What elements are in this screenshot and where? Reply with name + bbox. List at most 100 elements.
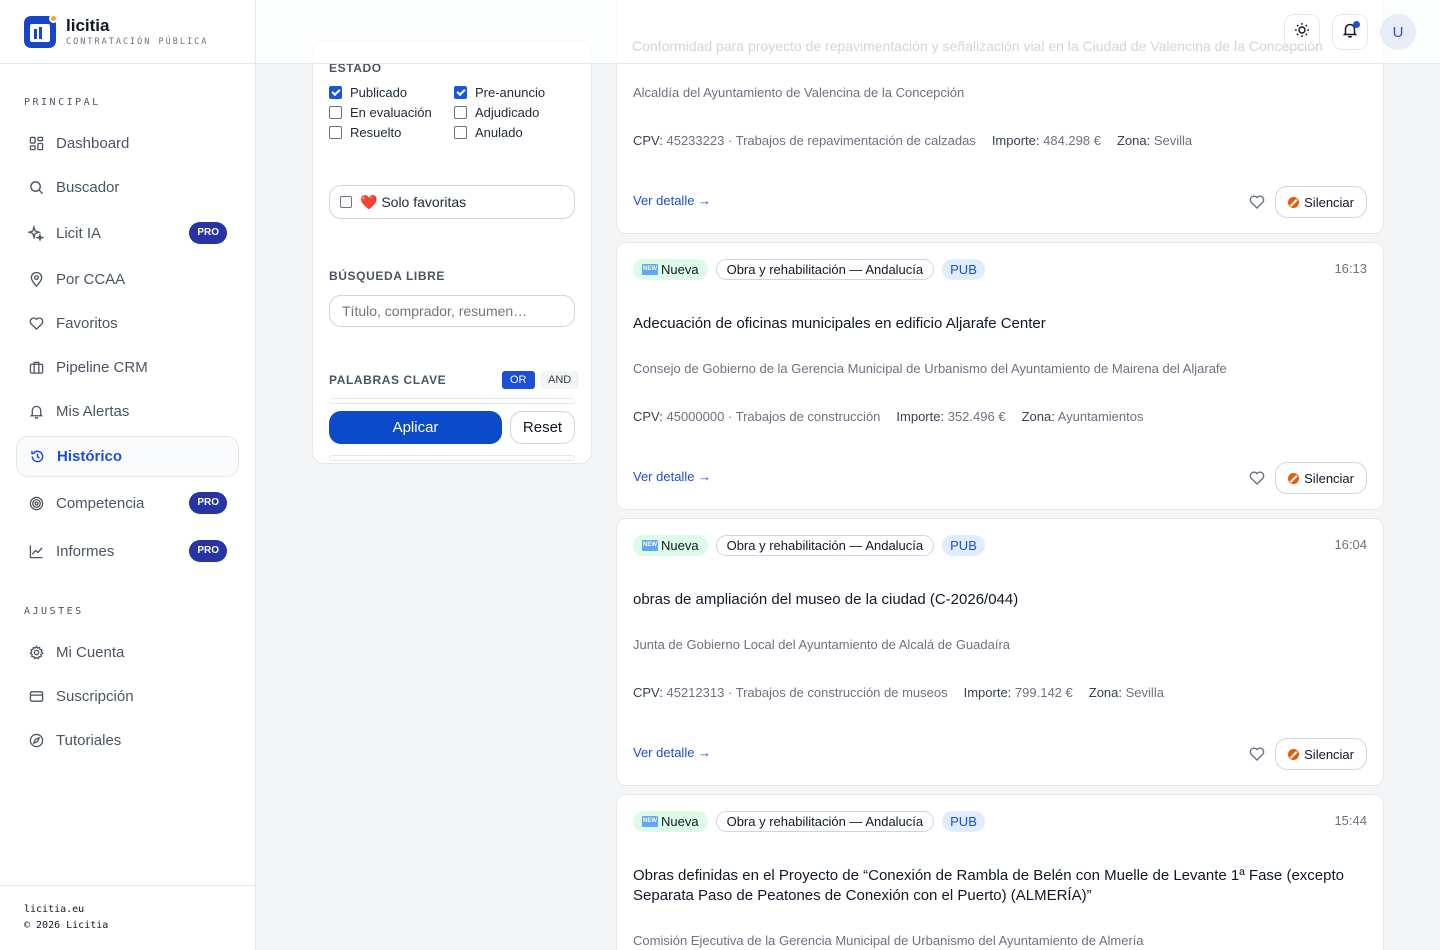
card-organization: Junta de Gobierno Local del Ayuntamiento… [633, 637, 1011, 652]
search-icon [28, 179, 44, 195]
sidebar-item-dashboard[interactable]: Dashboard [16, 123, 239, 163]
busqueda-libre-input[interactable] [329, 295, 575, 327]
apply-button[interactable]: Aplicar [329, 411, 502, 444]
footer-site: licitia.eu [24, 904, 85, 915]
sidebar-item-pipeline-crm[interactable]: Pipeline CRM [16, 347, 239, 387]
importe-field: Importe: 484.298 € [991, 133, 1101, 148]
silenciar-label: Silenciar [1304, 746, 1354, 762]
nav-section-ajustes: AJUSTES [24, 606, 84, 617]
bell-icon [28, 403, 44, 419]
sidebar-item-mis-alertas[interactable]: Mis Alertas [16, 391, 239, 431]
estado-resuelto-checkbox[interactable]: Resuelto [329, 125, 401, 140]
chart-icon [28, 543, 44, 559]
muted-bell-icon [1288, 196, 1300, 208]
pub-badge: PUB [942, 259, 985, 280]
card-organization: Comisión Ejecutiva de la Gerencia Munici… [633, 933, 1144, 948]
silenciar-label: Silenciar [1304, 470, 1354, 486]
sidebar-item-label: Informes [56, 542, 115, 560]
cpv-field: CPV: 45000000 · Trabajos de construcción [633, 409, 881, 424]
checkbox-label: Pre-anuncio [475, 85, 546, 100]
cpv-field: CPV: 45233223 · Trabajos de repavimentac… [633, 133, 976, 148]
solo-favoritas-toggle[interactable]: ❤️ Solo favoritas [329, 185, 575, 219]
mode-or-button[interactable]: OR [502, 371, 535, 389]
zona-field: Zona: Sevilla [1116, 133, 1193, 148]
card-title[interactable]: Adecuación de oficinas municipales en ed… [633, 314, 1353, 334]
favorite-heart-icon[interactable] [1249, 470, 1265, 486]
sidebar-item-label: Dashboard [56, 134, 130, 152]
checkbox-empty-icon [329, 126, 342, 139]
estado-anulado-checkbox[interactable]: Anulado [454, 125, 523, 140]
new-badge: NEW Nueva [633, 259, 708, 280]
keyword-input[interactable] [329, 398, 575, 404]
estado-adjudicado-checkbox[interactable]: Adjudicado [454, 105, 539, 120]
sidebar-item-buscador[interactable]: Buscador [16, 167, 239, 207]
silenciar-button[interactable]: Silenciar [1275, 738, 1367, 770]
top-bar: U [256, 0, 1440, 64]
sidebar-item-label: Pipeline CRM [56, 358, 148, 376]
category-badge: Obra y rehabilitación — Andalucía [715, 811, 935, 832]
card-meta: CPV: 45212313 · Trabajos de construcción… [633, 685, 1164, 700]
sidebar-item-suscripcion[interactable]: Suscripción [16, 676, 239, 716]
heart-icon [28, 315, 44, 331]
sidebar-item-por-ccaa[interactable]: Por CCAA [16, 259, 239, 299]
ver-detalle-link[interactable]: Ver detalle → [633, 193, 711, 208]
estado-en-evaluacion-checkbox[interactable]: En evaluación [329, 105, 432, 120]
mode-and-button[interactable]: AND [540, 371, 580, 389]
brand-name: licitia [66, 15, 110, 35]
result-card: NEW Nueva Obra y rehabilitación — Andaluc… [616, 794, 1384, 950]
sidebar-item-label: Mi Cuenta [56, 643, 125, 661]
filters-panel: ESTADO Publicado Pre-anuncio En evaluaci… [312, 40, 592, 464]
sidebar-item-competencia[interactable]: Competencia PRO [16, 483, 239, 523]
checkbox-empty-icon [329, 106, 342, 119]
sidebar-item-licit-ia[interactable]: Licit IA PRO [16, 213, 239, 253]
sidebar-item-informes[interactable]: Informes PRO [16, 531, 239, 571]
nav-section-principal: PRINCIPAL [24, 97, 101, 108]
new-badge: NEW Nueva [633, 535, 708, 556]
sidebar-item-historico[interactable]: Histórico [16, 436, 239, 477]
cpv-field: CPV: 45212313 · Trabajos de construcción… [633, 685, 948, 700]
result-card: NEW Nueva Obra y rehabilitación — Andaluc… [616, 518, 1384, 786]
user-avatar[interactable]: U [1380, 14, 1416, 50]
brand[interactable]: licitia CONTRATACIÓN PÚBLICA [0, 0, 255, 64]
checkbox-label: En evaluación [350, 105, 432, 120]
silenciar-button[interactable]: Silenciar [1275, 462, 1367, 494]
ver-detalle-link[interactable]: Ver detalle → [633, 745, 711, 760]
estado-publicado-checkbox[interactable]: Publicado [329, 85, 407, 100]
card-tags: NEW Nueva Obra y rehabilitación — Andaluc… [633, 259, 985, 280]
footer-copyright: © 2026 Licitia [24, 920, 109, 931]
checkbox-empty-icon [454, 106, 467, 119]
favorite-heart-icon[interactable] [1249, 746, 1265, 762]
new-emoji-icon: NEW [642, 816, 658, 827]
card-meta: CPV: 45000000 · Trabajos de construcción… [633, 409, 1143, 424]
silenciar-button[interactable]: Silenciar [1275, 186, 1367, 218]
card-icon [28, 688, 44, 704]
sidebar-item-label: Tutoriales [56, 731, 122, 749]
ver-detalle-link[interactable]: Ver detalle → [633, 469, 711, 484]
compass-icon [28, 732, 44, 748]
muted-bell-icon [1288, 472, 1300, 484]
map-pin-icon [28, 271, 44, 287]
muted-bell-icon [1288, 748, 1300, 760]
card-time: 16:13 [1334, 261, 1367, 276]
importe-field: Importe: 352.496 € [896, 409, 1006, 424]
card-title[interactable]: obras de ampliación del museo de la ciud… [633, 590, 1353, 610]
sidebar-item-label: Buscador [56, 178, 120, 196]
palabras-clave-label: PALABRAS CLAVE [329, 373, 447, 387]
checkbox-label: Resuelto [350, 125, 402, 140]
sidebar-item-favoritos[interactable]: Favoritos [16, 303, 239, 343]
target-icon [28, 495, 44, 511]
sidebar-item-tutoriales[interactable]: Tutoriales [16, 720, 239, 760]
reset-button[interactable]: Reset [510, 411, 575, 444]
checkbox-checked-icon [329, 86, 342, 99]
estado-preanuncio-checkbox[interactable]: Pre-anuncio [454, 85, 545, 100]
scrolled-title-ghost: Conformidad para proyecto de repavimenta… [632, 38, 1323, 54]
notification-dot [1353, 21, 1360, 28]
sidebar-footer: licitia.eu © 2026 Licitia [0, 885, 255, 950]
favorite-heart-icon[interactable] [1249, 194, 1265, 210]
sidebar-item-label: Por CCAA [56, 270, 126, 288]
pub-badge: PUB [942, 535, 985, 556]
checkbox-empty-icon [454, 126, 467, 139]
sidebar-item-mi-cuenta[interactable]: Mi Cuenta [16, 632, 239, 672]
card-title[interactable]: Obras definidas en el Proyecto de “Conex… [633, 866, 1353, 906]
zona-field: Zona: Ayuntamientos [1021, 409, 1144, 424]
